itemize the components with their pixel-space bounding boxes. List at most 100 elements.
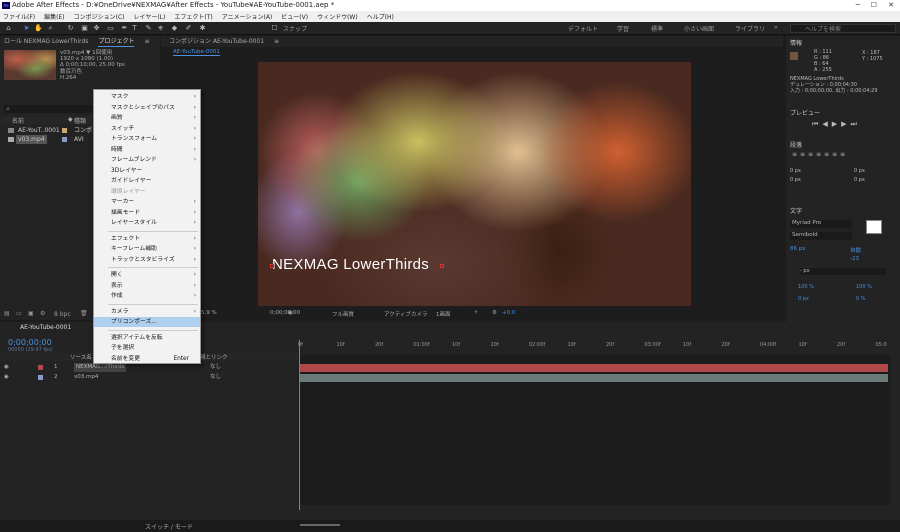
baseline-shift[interactable]: 0 px [798, 296, 809, 302]
zoom-slider[interactable] [300, 524, 340, 526]
composition-menu-icon[interactable]: ≡ [274, 38, 279, 45]
lower-third-text[interactable]: NEXMAG LowerThirds [272, 256, 429, 273]
label-column-icon[interactable]: ◆ [68, 116, 73, 123]
workspace-overflow-icon[interactable]: » [774, 24, 778, 31]
settings-icon[interactable]: ⚙ [40, 310, 45, 317]
menu-item[interactable]: エフェクト(T) [174, 12, 212, 21]
context-menu-item[interactable]: マスク › [94, 92, 200, 102]
context-menu-item[interactable]: 作成 › [94, 291, 200, 301]
layer-name[interactable]: v03.mp4 [74, 373, 98, 382]
layer-bar-lowerthirds[interactable] [300, 364, 888, 372]
visibility-eye-icon[interactable]: ◉ [4, 363, 9, 372]
context-menu-item[interactable]: 時間 › [94, 145, 200, 155]
visibility-eye-icon[interactable]: ◉ [4, 373, 9, 382]
close-button[interactable]: ✕ [888, 0, 894, 11]
font-select[interactable]: Myriad Pro [790, 220, 852, 228]
brush-tool-icon[interactable]: ✎ [144, 24, 153, 33]
reset-exposure-icon[interactable]: ⚙ [492, 310, 497, 316]
clone-stamp-tool-icon[interactable]: ⎈ [156, 24, 165, 33]
menu-item[interactable]: ウィンドウ(W) [317, 12, 358, 21]
composition-tab[interactable]: コンポジション AE-YouTube-0001 [169, 38, 264, 45]
context-menu-item[interactable]: カメラ › [94, 307, 200, 317]
context-menu-item[interactable]: エフェクト › [94, 234, 200, 244]
stroke-width[interactable]: - px [800, 268, 886, 275]
layer-bar-video[interactable] [300, 374, 888, 382]
leading[interactable]: 自動 [850, 246, 861, 254]
timeline-tab[interactable]: AE-YouTube-0001 [20, 324, 71, 331]
timeline-timecode[interactable]: 0;00;00;00 [8, 338, 52, 347]
pan-behind-tool-icon[interactable]: ✥ [92, 24, 101, 33]
context-menu-item[interactable]: マスクとシェイプのパス › [94, 103, 200, 113]
minimize-button[interactable]: ─ [856, 0, 860, 11]
time-ruler[interactable]: 0f 10f 20f 01:00f 10f 20f 02:00f 10f 20f 03:00f 10… [298, 340, 890, 352]
layer-label-swatch[interactable] [38, 365, 43, 370]
horizontal-scale[interactable]: 100 % [856, 284, 872, 290]
play-icon[interactable]: ▶ [832, 120, 841, 128]
workspace-standard[interactable]: 標準 [651, 24, 663, 33]
current-time[interactable]: 0;00;00;00 [270, 310, 300, 316]
indent-right[interactable]: 0 px [854, 167, 865, 176]
tracking[interactable]: -23 [850, 256, 859, 262]
context-menu-item[interactable]: 3Dレイヤー [94, 166, 200, 176]
col-parent[interactable]: 親とリンク [200, 353, 228, 361]
zoom-level[interactable]: 5.9 % [201, 310, 217, 316]
context-menu-item[interactable]: 開く › [94, 270, 200, 280]
vertical-scale[interactable]: 100 % [798, 284, 814, 290]
layer-row[interactable]: ◉ 1 NEXMAG...rThirds なし [0, 363, 298, 372]
context-menu-item[interactable]: 画質 › [94, 113, 200, 123]
snap-checkbox-icon[interactable]: ☐ [270, 24, 279, 33]
switch-mode-toggle[interactable]: スイッチ / モード [145, 522, 193, 531]
type-tool-icon[interactable]: T [130, 24, 139, 33]
workspace-default[interactable]: デフォルト [568, 24, 598, 33]
menu-item[interactable]: コンポジション(C) [74, 12, 125, 21]
camera-select[interactable]: アクティブカメラ [384, 310, 427, 318]
eraser-tool-icon[interactable]: ◆ [170, 24, 179, 33]
menu-item[interactable]: 編集(E) [44, 12, 64, 21]
selection-tool-icon[interactable]: ➤ [22, 24, 31, 33]
fill-color-swatch[interactable] [866, 220, 882, 234]
first-frame-icon[interactable]: ⏮ [812, 120, 822, 128]
space-after[interactable]: 0 px [854, 176, 865, 185]
context-menu-item[interactable]: 選択アイテムを反転 [94, 333, 200, 343]
roto-brush-tool-icon[interactable]: ✐ [184, 24, 193, 33]
context-menu-item[interactable]: 名前を変更 Enter [94, 354, 200, 364]
last-frame-icon[interactable]: ⏭ [850, 120, 860, 128]
space-before[interactable]: 0 px [790, 176, 801, 185]
effect-controls-tab[interactable]: ロール NEXMAG LowerThirds [4, 36, 88, 47]
font-style-select[interactable]: Semibold [790, 232, 852, 240]
workspace-small-screen[interactable]: 小さい画面 [684, 24, 714, 33]
fast-preview-icon[interactable]: ⚡ [474, 310, 478, 316]
context-menu-item[interactable]: 描画モード › [94, 208, 200, 218]
context-menu-item[interactable]: トラックとスタビライズ › [94, 255, 200, 265]
layer-name[interactable]: NEXMAG...rThirds [74, 363, 127, 372]
views-select[interactable]: 1画面 [436, 310, 451, 318]
context-menu-item[interactable]: 表示 › [94, 281, 200, 291]
project-tab[interactable]: プロジェクト [98, 36, 135, 47]
tsume[interactable]: 0 % [856, 296, 866, 302]
context-menu-item[interactable]: ガイドレイヤー [94, 176, 200, 186]
new-folder-icon[interactable]: ▭ [16, 310, 22, 317]
align-buttons[interactable]: ≡≡≡≡≡≡≡ [786, 151, 900, 158]
menu-item[interactable]: アニメーション(A) [222, 12, 273, 21]
col-source-name[interactable]: ソース名 [70, 353, 92, 361]
context-menu-item[interactable]: キーフレーム補助 › [94, 244, 200, 254]
menu-item[interactable]: ビュー(V) [281, 12, 308, 21]
menu-item[interactable]: レイヤー(L) [134, 12, 166, 21]
col-name[interactable]: 名前 [12, 116, 24, 125]
menu-item[interactable]: ヘルプ(H) [367, 12, 394, 21]
prev-frame-icon[interactable]: ◀ [822, 120, 831, 128]
interpret-footage-icon[interactable]: ▤ [4, 310, 10, 317]
col-type[interactable]: 種類 [74, 116, 86, 125]
context-menu-item[interactable]: スイッチ › [94, 124, 200, 134]
indent-left[interactable]: 0 px [790, 167, 801, 176]
pen-tool-icon[interactable]: ✒ [120, 24, 129, 33]
context-menu-item[interactable]: 子を選択 [94, 343, 200, 353]
layer-label-swatch[interactable] [38, 375, 43, 380]
camera-tool-icon[interactable]: ▣ [80, 24, 89, 33]
menu-item[interactable]: ファイル(F) [3, 12, 35, 21]
layer-parent[interactable]: なし [210, 373, 221, 382]
context-menu-item[interactable]: マーカー › [94, 197, 200, 207]
bound-handle[interactable] [440, 264, 444, 268]
workspace-learn[interactable]: 学習 [617, 24, 629, 33]
maximize-button[interactable]: ☐ [871, 0, 877, 11]
